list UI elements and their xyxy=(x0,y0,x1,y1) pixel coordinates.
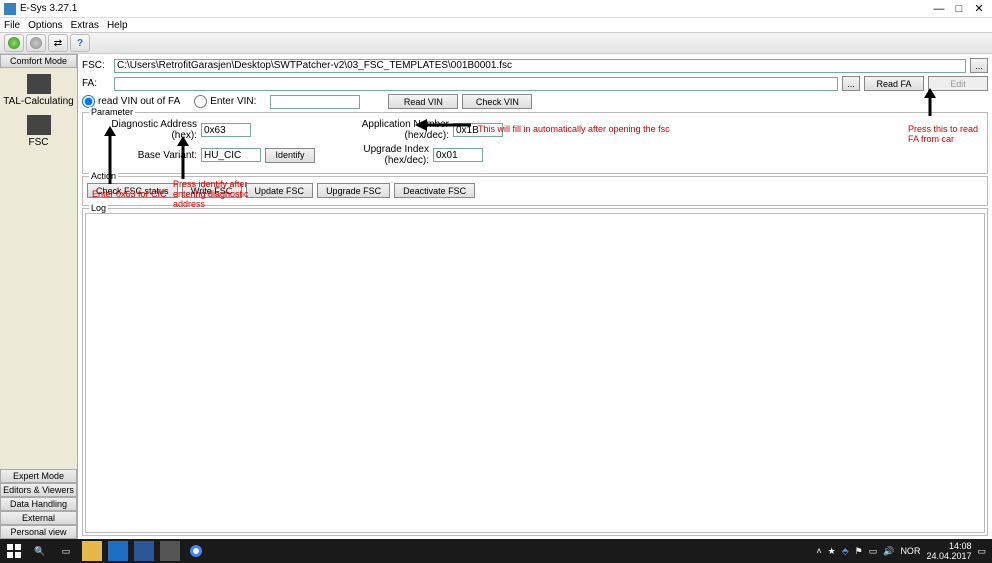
log-fieldset: Log xyxy=(82,208,988,536)
sidebar-footer-personal[interactable]: Personal view xyxy=(0,525,77,539)
vin-radio-enter-label: Enter VIN: xyxy=(210,96,256,107)
taskbar-search-icon[interactable]: 🔍 xyxy=(30,541,50,561)
tray-lang[interactable]: NOR xyxy=(900,546,920,556)
upgrade-fsc-button[interactable]: Upgrade FSC xyxy=(317,183,390,198)
sidebar-header-comfort[interactable]: Comfort Mode xyxy=(0,54,77,68)
fa-input[interactable] xyxy=(114,77,838,91)
diag-addr-input[interactable] xyxy=(201,123,251,137)
fsc-path-input[interactable] xyxy=(114,59,966,73)
fsc-icon xyxy=(27,115,51,135)
check-vin-button[interactable]: Check VIN xyxy=(462,94,532,109)
base-variant-label: Base Variant: xyxy=(87,150,197,161)
windows-icon xyxy=(7,544,21,558)
sidebar-footer-external[interactable]: External Applications xyxy=(0,511,77,525)
taskbar-clock[interactable]: 14:08 24.04.2017 xyxy=(926,541,971,561)
fa-browse-button[interactable]: ... xyxy=(842,76,860,91)
sidebar-footer-data[interactable]: Data Handling xyxy=(0,497,77,511)
toolbar-connect-button[interactable]: ⇄ xyxy=(48,34,68,52)
tray-icon-3[interactable]: ⚑ xyxy=(855,546,863,557)
tray-volume-icon[interactable]: 🔊 xyxy=(883,546,894,557)
identify-button[interactable]: Identify xyxy=(265,148,315,163)
tray-chevron-icon[interactable]: ˄ xyxy=(816,546,821,556)
sidebar-item-label: TAL-Calculating xyxy=(3,96,73,107)
vin-radio-outfa-label: read VIN out of FA xyxy=(98,96,180,107)
edit-fa-button[interactable]: Edit xyxy=(928,76,988,91)
close-button[interactable]: ✕ xyxy=(970,2,988,16)
fsc-label: FSC: xyxy=(82,60,110,71)
clock-date: 24.04.2017 xyxy=(926,551,971,561)
taskbar-esys-icon[interactable] xyxy=(160,541,180,561)
start-button[interactable] xyxy=(4,541,24,561)
taskbar-chrome-icon[interactable] xyxy=(186,541,206,561)
taskbar-taskview-icon[interactable]: ▭ xyxy=(56,541,76,561)
toolbar-stop-button[interactable] xyxy=(26,34,46,52)
sidebar-item-fsc[interactable]: FSC xyxy=(2,111,75,152)
fa-label: FA: xyxy=(82,78,110,89)
menu-extras[interactable]: Extras xyxy=(71,20,99,31)
read-fa-button[interactable]: Read FA xyxy=(864,76,924,91)
toolbar-back-button[interactable] xyxy=(4,34,24,52)
app-icon xyxy=(4,3,16,15)
vin-radio-enter[interactable]: Enter VIN: xyxy=(194,95,256,108)
menu-options[interactable]: Options xyxy=(28,20,62,31)
annotation-fillauto: This will fill in automatically after op… xyxy=(478,124,670,134)
diag-addr-label: Diagnostic Address (hex): xyxy=(87,119,197,141)
chrome-icon xyxy=(189,544,203,558)
menu-help[interactable]: Help xyxy=(107,20,128,31)
clock-time: 14:08 xyxy=(926,541,971,551)
upgrade-idx-input[interactable] xyxy=(433,148,483,162)
base-variant-input[interactable] xyxy=(201,148,261,162)
sidebar-footer-editors[interactable]: Editors & Viewers xyxy=(0,483,77,497)
window-title: E-Sys 3.27.1 xyxy=(20,3,930,14)
taskbar-word-icon[interactable] xyxy=(134,541,154,561)
app-num-label: Application Number (hex/dec): xyxy=(319,119,449,141)
upgrade-idx-label: Upgrade Index (hex/dec): xyxy=(319,144,429,166)
menu-file[interactable]: File xyxy=(4,20,20,31)
connect-icon: ⇄ xyxy=(54,38,62,49)
minimize-button[interactable]: — xyxy=(930,2,948,16)
play-icon xyxy=(8,37,20,49)
maximize-button[interactable]: □ xyxy=(950,2,968,16)
sidebar-item-label: FSC xyxy=(29,137,49,148)
tray-icon-2[interactable]: ⬘ xyxy=(842,546,849,557)
sidebar-item-tal[interactable]: TAL-Calculating xyxy=(2,70,75,111)
deactivate-fsc-button[interactable]: Deactivate FSC xyxy=(394,183,475,198)
vin-radio-enter-input[interactable] xyxy=(194,95,207,108)
action-legend: Action xyxy=(89,171,118,181)
parameter-fieldset: Parameter Diagnostic Address (hex): Appl… xyxy=(82,112,988,174)
log-textarea[interactable] xyxy=(85,213,985,533)
stop-icon xyxy=(30,37,42,49)
taskbar-explorer-icon[interactable] xyxy=(82,541,102,561)
help-icon: ? xyxy=(77,38,83,49)
fsc-browse-button[interactable]: ... xyxy=(970,58,988,73)
annotation-enter63: Enter 0x63 for CIC xyxy=(92,189,167,199)
tal-icon xyxy=(27,74,51,94)
sidebar-footer-expert[interactable]: Expert Mode xyxy=(0,469,77,483)
tray-icon-1[interactable]: ★ xyxy=(828,546,836,557)
annotation-pressread: Press this to read FA from car xyxy=(908,124,988,144)
annotation-pressidentify: Press identify after entering diagnostic… xyxy=(173,179,263,209)
parameter-legend: Parameter xyxy=(89,107,135,117)
tray-notification-icon[interactable]: ▭ xyxy=(977,546,986,557)
log-legend: Log xyxy=(89,203,108,213)
taskbar-outlook-icon[interactable] xyxy=(108,541,128,561)
toolbar-help-button[interactable]: ? xyxy=(70,34,90,52)
tray-network-icon[interactable]: ▭ xyxy=(869,546,878,557)
vin-enter-input[interactable] xyxy=(270,95,360,109)
read-vin-button[interactable]: Read VIN xyxy=(388,94,458,109)
